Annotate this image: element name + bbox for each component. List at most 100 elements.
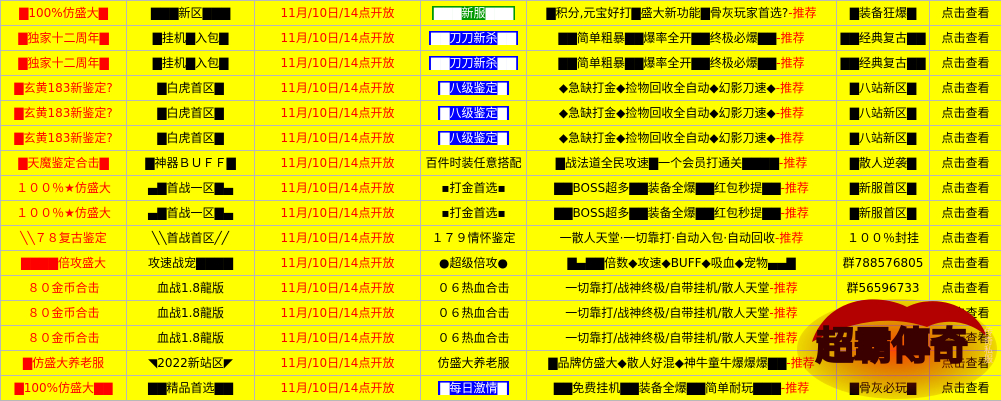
server-line: ◥2022新站区◤ [126,350,255,376]
server-description: ▇▇免费挂机▇▇装备全爆▇▇简单耐玩▇▇▇-推荐 [526,375,837,401]
table-row[interactable]: ▇玄黄183新鉴定? ▇白虎首区▇ 11月/10日/14点开放 ▇八级鉴定▇ ◆急缺打金… [0,75,1001,101]
table-row[interactable]: ▇玄黄183新鉴定? ▇白虎首区▇ 11月/10日/14点开放 ▇八级鉴定▇ ◆急缺打金… [0,125,1001,151]
table-row[interactable]: ▇玄黄183新鉴定? ▇白虎首区▇ 11月/10日/14点开放 ▇八级鉴定▇ ◆急缺打金… [0,100,1001,126]
description-text: 一切靠打/战神终极/自带挂机/散人天堂 [565,331,770,345]
logo-title: 超霸傳奇 [816,323,968,368]
description-text: 一散人天堂·一切靠打·自动入包·自动回收 [559,231,776,245]
server-line: 血战1.8龍版 [126,325,255,351]
server-feature: ●超级倍攻● [420,250,527,276]
open-time: 11月/10日/14点开放 [254,150,421,176]
server-description: ▇▇简单粗暴▇▇爆率全开▇▇终极必爆▇▇-推荐 [526,25,837,51]
open-time: 11月/10日/14点开放 [254,50,421,76]
table-row[interactable]: ▇天魔鉴定合击▇ ▇神器ＢＵＦＦ▇ 11月/10日/14点开放 百件时装任意搭配 ▇战法… [0,150,1001,176]
server-line: ▄▇首战一区▇▄ [126,200,255,226]
view-link[interactable]: 点击查看 [929,125,1001,151]
server-feature: １７９情怀鉴定 [420,225,527,251]
view-link[interactable]: 点击查看 [929,175,1001,201]
open-time: 11月/10日/14点开放 [254,325,421,351]
open-time: 11月/10日/14点开放 [254,200,421,226]
description-text: ◆急缺打金◆捡物回收全自动◆幻影刀速◆ [558,106,776,120]
open-time: 11月/10日/14点开放 [254,250,421,276]
recommend-label: -推荐 [769,306,798,320]
server-line: ▇白虎首区▇ [126,125,255,151]
view-link[interactable]: 点击查看 [929,75,1001,101]
view-link[interactable]: 点击查看 [929,225,1001,251]
server-name: ▇独家十二周年▇ [0,25,127,51]
recommend-label: -推荐 [775,81,805,95]
server-line: 血战1.8龍版 [126,275,255,301]
view-link[interactable]: 点击查看 [929,25,1001,51]
server-name: ８０金币合击 [0,325,127,351]
view-link[interactable]: 点击查看 [929,250,1001,276]
view-link[interactable]: 点击查看 [929,50,1001,76]
server-line: ▇白虎首区▇ [126,75,255,101]
server-line: 血战1.8龍版 [126,300,255,326]
feature-tag: ▇八级鉴定▇ [438,131,509,145]
view-link[interactable]: 点击查看 [929,150,1001,176]
view-link[interactable]: 点击查看 [929,100,1001,126]
view-link[interactable]: 点击查看 [929,200,1001,226]
server-feature: ０６热血合击 [420,325,527,351]
server-line: ▄▇首战一区▇▄ [126,175,255,201]
server-feature: ▪打金首选▪ [420,175,527,201]
table-row[interactable]: ▇100%仿盛大▇ ▇▇▇新区▇▇▇ 11月/10日/14点开放 ▇▇▇新服▇▇▇ ▇积… [0,0,1001,26]
server-line: 攻速战宠▇▇▇▇ [126,250,255,276]
game-logo: 超霸傳奇 传奇私服 [797,299,997,399]
recommend-label: -推荐 [788,6,817,20]
server-feature: ▇▇▇新服▇▇▇ [420,0,527,26]
feature-tag: ▇八级鉴定▇ [438,106,509,120]
table-row[interactable]: ▇独家十二周年▇ ▇挂机▇入包▇ 11月/10日/14点开放 ▇▇刀刀新杀▇▇ ▇▇简单… [0,25,1001,51]
table-row[interactable]: ▇▇▇▇倍攻盛大 攻速战宠▇▇▇▇ 11月/10日/14点开放 ●超级倍攻● ▇▄▇▇倍… [0,250,1001,276]
description-text: ▇积分,元宝好打▇盛大新功能▇骨灰玩家首选? [546,6,789,20]
description-text: 一切靠打/战神终极/自带挂机/散人天堂 [565,281,770,295]
server-description: 一切靠打/战神终极/自带挂机/散人天堂-推荐 [526,325,837,351]
server-name: ▇玄黄183新鉴定? [0,100,127,126]
table-row[interactable]: ▇独家十二周年▇ ▇挂机▇入包▇ 11月/10日/14点开放 ▇▇刀刀新杀▇▇ ▇▇简单… [0,50,1001,76]
server-line: ▇神器ＢＵＦＦ▇ [126,150,255,176]
feature-tag: ▇▇刀刀新杀▇▇ [429,56,518,70]
recommend-label: -推荐 [775,231,804,245]
server-line: ╲╲首战首区╱╱ [126,225,255,251]
server-description: 一切靠打/战神终极/自带挂机/散人天堂-推荐 [526,275,837,301]
server-feature: ▇八级鉴定▇ [420,100,527,126]
server-description: ◆急缺打金◆捡物回收全自动◆幻影刀速◆-推荐 [526,100,837,126]
description-text: ▇▄▇▇倍数◆攻速◆BUFF◆吸血◆宠物▄▄▇ [567,256,796,270]
description-text: ◆急缺打金◆捡物回收全自动◆幻影刀速◆ [558,131,776,145]
server-name: ８０金币合击 [0,275,127,301]
description-text: 一切靠打/战神终极/自带挂机/散人天堂 [565,306,770,320]
open-time: 11月/10日/14点开放 [254,300,421,326]
recommend-label: -推荐 [769,331,798,345]
server-description: ▇积分,元宝好打▇盛大新功能▇骨灰玩家首选?-推荐 [526,0,837,26]
recommend-label: -推荐 [776,56,805,70]
open-time: 11月/10日/14点开放 [254,350,421,376]
table-row[interactable]: １００％★仿盛大 ▄▇首战一区▇▄ 11月/10日/14点开放 ▪打金首选▪ ▇▇BOS… [0,175,1001,201]
server-qq: 群788576805 [836,250,930,276]
server-description: ▇▇BOSS超多▇▇装备全爆▇▇红包秒提▇▇-推荐 [526,175,837,201]
view-link[interactable]: 点击查看 [929,0,1001,26]
recommend-label: -推荐 [769,281,798,295]
feature-tag: ▇每日激情▇ [438,381,509,395]
feature-tag: ▇八级鉴定▇ [438,81,509,95]
server-qq: ▇▇经典复古▇▇ [836,50,930,76]
server-description: ▇▇BOSS超多▇▇装备全爆▇▇红包秒提▇▇-推荐 [526,200,837,226]
open-time: 11月/10日/14点开放 [254,175,421,201]
recommend-label: -推荐 [776,31,805,45]
server-feature: 仿盛大养老服 [420,350,527,376]
description-text: ▇▇BOSS超多▇▇装备全爆▇▇红包秒提▇▇ [554,206,781,220]
server-name: ▇仿盛大养老服 [0,350,127,376]
server-feature: ▇▇刀刀新杀▇▇ [420,50,527,76]
recommend-label: -推荐 [780,206,809,220]
open-time: 11月/10日/14点开放 [254,275,421,301]
description-text: ▇▇免费挂机▇▇装备全爆▇▇简单耐玩▇▇▇ [553,381,781,395]
recommend-label: -推荐 [775,131,805,145]
recommend-label: -推荐 [779,156,808,170]
open-time: 11月/10日/14点开放 [254,375,421,401]
server-qq: ▇散人逆袭▇ [836,150,930,176]
server-feature: 百件时装任意搭配 [420,150,527,176]
table-row[interactable]: １００％★仿盛大 ▄▇首战一区▇▄ 11月/10日/14点开放 ▪打金首选▪ ▇▇BOS… [0,200,1001,226]
server-name: ▇玄黄183新鉴定? [0,75,127,101]
server-line: ▇白虎首区▇ [126,100,255,126]
server-name: ８０金币合击 [0,300,127,326]
table-row[interactable]: ╲╲７８复古鉴定 ╲╲首战首区╱╱ 11月/10日/14点开放 １７９情怀鉴定 一散人天… [0,225,1001,251]
open-time: 11月/10日/14点开放 [254,100,421,126]
